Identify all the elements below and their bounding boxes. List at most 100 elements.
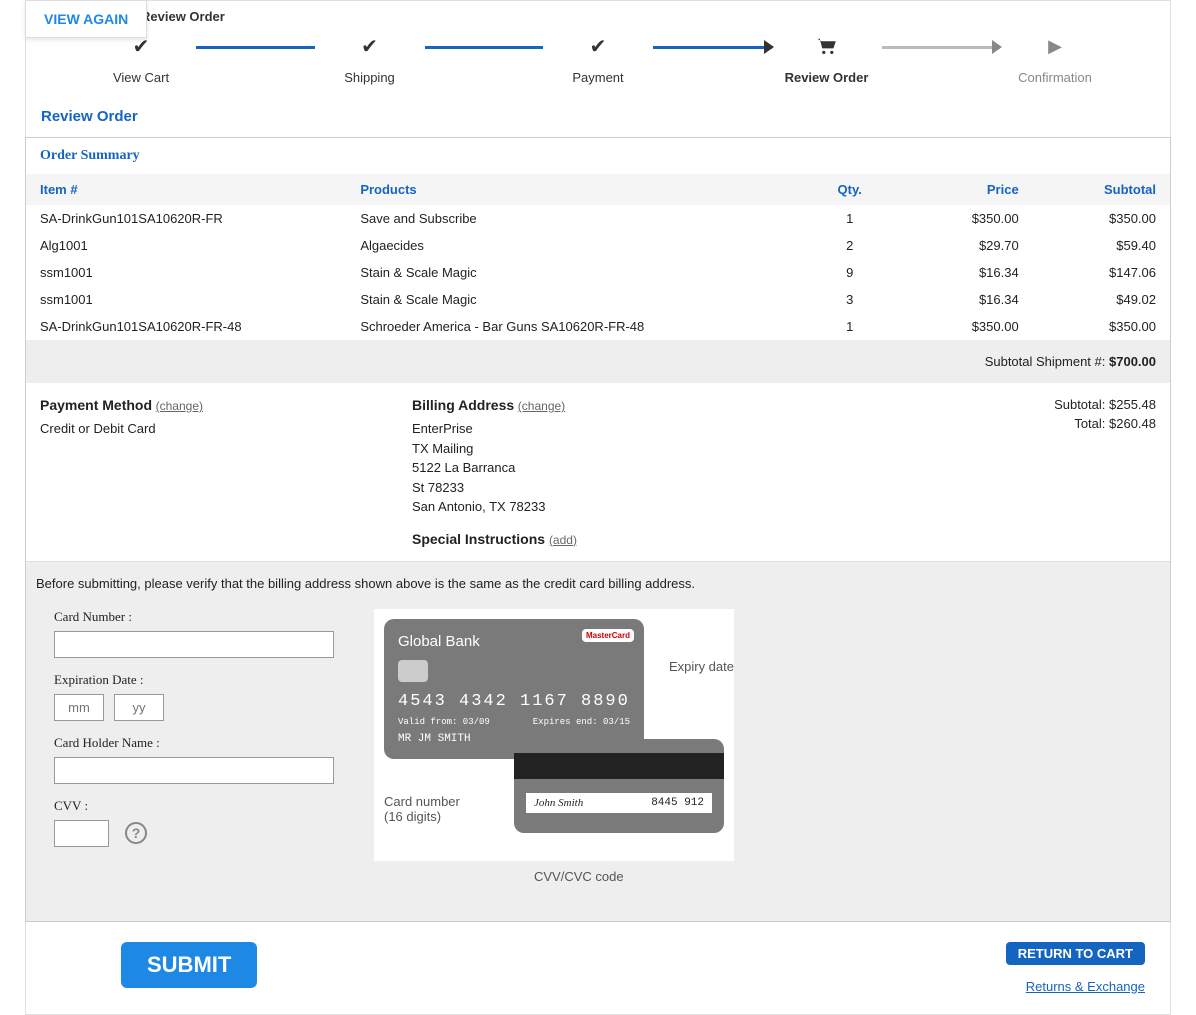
annotation-text: Card number: [384, 794, 460, 809]
subtotal-label: Subtotal:: [1054, 397, 1109, 412]
shipment-value: $700.00: [1109, 354, 1156, 369]
order-summary-panel: Order Summary Item # Products Qty. Price…: [25, 137, 1171, 922]
step-label: Review Order: [785, 70, 869, 85]
billing-address-line: 5122 La Barranca: [412, 458, 784, 478]
change-billing-link[interactable]: (change): [518, 399, 565, 413]
view-again-button[interactable]: VIEW AGAIN: [25, 0, 147, 38]
submit-button[interactable]: SUBMIT: [121, 942, 257, 988]
check-icon: ✔: [586, 34, 610, 58]
expiration-month-input[interactable]: [54, 694, 104, 721]
cell-subtotal: $147.06: [1033, 259, 1170, 286]
card-cvv-example: 8445 912: [651, 797, 704, 809]
cell-item: Alg1001: [26, 232, 346, 259]
table-row: SA-DrinkGun101SA10620R-FRSave and Subscr…: [26, 205, 1170, 232]
card-number-label: Card Number :: [54, 609, 334, 625]
billing-address-title: Billing Address: [412, 397, 514, 413]
card-example-image: Global Bank MasterCard 4543 4342 1167 88…: [374, 609, 734, 861]
table-row: Alg1001Algaecides2$29.70$59.40: [26, 232, 1170, 259]
shipment-label: Subtotal Shipment #:: [985, 354, 1109, 369]
shipment-subtotal-row: Subtotal Shipment #: $700.00: [26, 340, 1170, 383]
table-row: SA-DrinkGun101SA10620R-FR-48Schroeder Am…: [26, 313, 1170, 340]
cell-qty: 9: [804, 259, 896, 286]
card-valid-from: Valid from: 03/09: [398, 717, 490, 727]
card-example-number: 4543 4342 1167 8890: [398, 692, 630, 711]
step-label: View Cart: [113, 70, 169, 85]
return-to-cart-button[interactable]: RETURN TO CART: [1006, 942, 1145, 965]
cell-product: Schroeder America - Bar Guns SA10620R-FR…: [346, 313, 804, 340]
special-instructions-title: Special Instructions: [412, 531, 545, 547]
cell-item: ssm1001: [26, 286, 346, 313]
annotation-cvv: CVV/CVC code: [534, 869, 624, 884]
cell-price: $29.70: [895, 232, 1032, 259]
step-confirmation: ▶ Confirmation: [1000, 34, 1110, 85]
verify-billing-text: Before submitting, please verify that th…: [36, 572, 1160, 609]
cell-subtotal: $49.02: [1033, 286, 1170, 313]
annotation-cardnum: Card number (16 digits): [384, 794, 460, 824]
cvv-help-icon[interactable]: ?: [125, 822, 147, 844]
magstripe-icon: [514, 753, 724, 779]
cart-icon: [815, 34, 839, 58]
breadcrumb-label: Review Order: [141, 1, 1170, 24]
step-label: Shipping: [344, 70, 395, 85]
card-number-input[interactable]: [54, 631, 334, 658]
page-title: Review Order: [36, 100, 1160, 137]
mastercard-icon: MasterCard: [582, 629, 634, 642]
step-shipping: ✔ Shipping: [315, 34, 425, 85]
progress-connector: [425, 46, 544, 49]
cell-price: $350.00: [895, 313, 1032, 340]
step-label: Confirmation: [1018, 70, 1092, 85]
step-label: Payment: [572, 70, 623, 85]
table-row: ssm1001Stain & Scale Magic9$16.34$147.06: [26, 259, 1170, 286]
total-value: $260.48: [1109, 416, 1156, 431]
col-products: Products: [346, 174, 804, 205]
cell-item: SA-DrinkGun101SA10620R-FR-48: [26, 313, 346, 340]
progress-connector: [882, 46, 1001, 49]
billing-address-block: Billing Address (change) EnterPriseTX Ma…: [412, 397, 784, 547]
cell-subtotal: $350.00: [1033, 313, 1170, 340]
cell-subtotal: $59.40: [1033, 232, 1170, 259]
annotation-text: (16 digits): [384, 809, 460, 824]
progress-connector: [196, 46, 315, 49]
billing-address-line: St 78233: [412, 478, 784, 498]
step-payment: ✔ Payment: [543, 34, 653, 85]
cell-qty: 2: [804, 232, 896, 259]
card-expires: Expires end: 03/15: [533, 717, 630, 727]
step-review-order: Review Order: [772, 34, 882, 85]
expiration-year-input[interactable]: [114, 694, 164, 721]
cell-product: Algaecides: [346, 232, 804, 259]
col-qty: Qty.: [804, 174, 896, 205]
arrow-icon: ▶: [1043, 34, 1067, 58]
card-signature: John Smith: [534, 797, 583, 809]
payment-method-block: Payment Method (change) Credit or Debit …: [40, 397, 412, 547]
payment-method-value: Credit or Debit Card: [40, 419, 412, 439]
cell-qty: 1: [804, 205, 896, 232]
cvv-input[interactable]: [54, 820, 109, 847]
cell-qty: 3: [804, 286, 896, 313]
cell-qty: 1: [804, 313, 896, 340]
cell-item: SA-DrinkGun101SA10620R-FR: [26, 205, 346, 232]
order-summary-title: Order Summary: [26, 138, 1170, 174]
cell-product: Stain & Scale Magic: [346, 286, 804, 313]
add-instructions-link[interactable]: (add): [549, 533, 577, 547]
payment-method-title: Payment Method: [40, 397, 152, 413]
check-icon: ✔: [358, 34, 382, 58]
table-row: ssm1001Stain & Scale Magic3$16.34$49.02: [26, 286, 1170, 313]
card-holder-label: Card Holder Name :: [54, 735, 334, 751]
cell-price: $350.00: [895, 205, 1032, 232]
subtotal-value: $255.48: [1109, 397, 1156, 412]
annotation-text: Expiry date: [669, 659, 734, 674]
annotation-expiry: Expiry date: [669, 659, 734, 674]
card-holder-input[interactable]: [54, 757, 334, 784]
cell-product: Save and Subscribe: [346, 205, 804, 232]
cell-item: ssm1001: [26, 259, 346, 286]
cell-price: $16.34: [895, 286, 1032, 313]
checkout-progress: ✔ View Cart ✔ Shipping ✔ Payment Review …: [26, 24, 1170, 100]
returns-exchange-link[interactable]: Returns & Exchange: [1026, 979, 1145, 994]
chip-icon: [398, 660, 428, 682]
total-label: Total:: [1074, 416, 1109, 431]
totals-block: Subtotal: $255.48 Total: $260.48: [784, 397, 1156, 547]
change-payment-link[interactable]: (change): [156, 399, 203, 413]
cell-product: Stain & Scale Magic: [346, 259, 804, 286]
billing-address-line: EnterPrise: [412, 419, 784, 439]
cvv-label: CVV :: [54, 798, 334, 814]
